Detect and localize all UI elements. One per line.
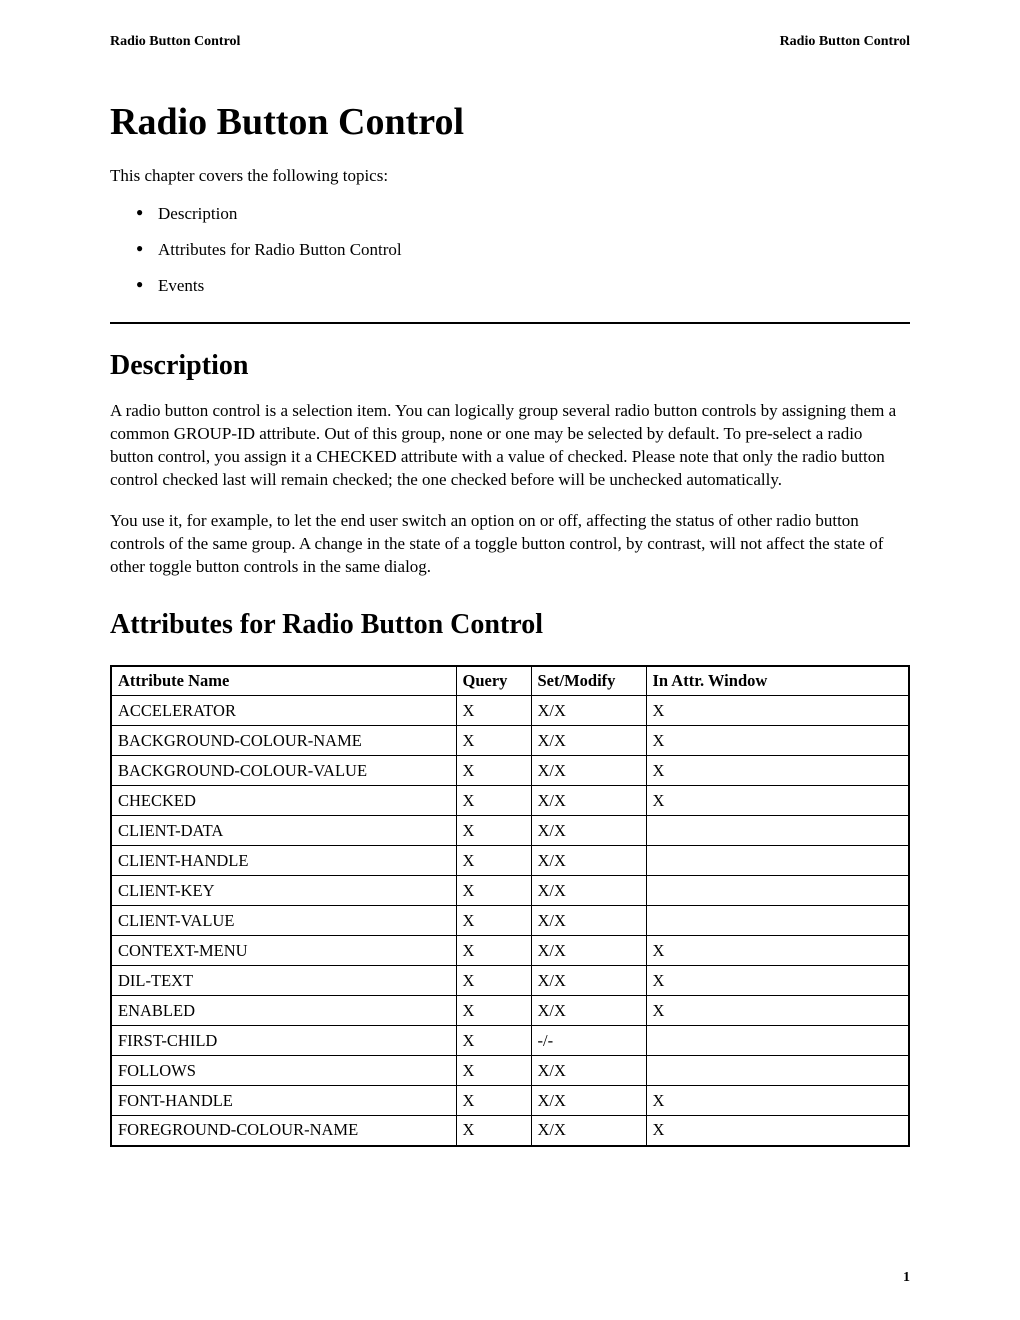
cell-setmodify: X/X — [531, 876, 646, 906]
col-attr-name: Attribute Name — [111, 666, 456, 696]
table-row: CLIENT-DATAXX/X — [111, 816, 909, 846]
table-row: BACKGROUND-COLOUR-NAMEXX/XX — [111, 726, 909, 756]
cell-query: X — [456, 816, 531, 846]
attributes-heading: Attributes for Radio Button Control — [110, 609, 910, 641]
cell-query: X — [456, 756, 531, 786]
cell-query: X — [456, 936, 531, 966]
cell-name: ENABLED — [111, 996, 456, 1026]
cell-query: X — [456, 726, 531, 756]
attributes-table: Attribute Name Query Set/Modify In Attr.… — [110, 665, 910, 1147]
cell-query: X — [456, 1086, 531, 1116]
table-row: ACCELERATORXX/XX — [111, 696, 909, 726]
cell-setmodify: X/X — [531, 996, 646, 1026]
description-para-2: You use it, for example, to let the end … — [110, 510, 910, 579]
page-title: Radio Button Control — [110, 100, 910, 144]
table-header-row: Attribute Name Query Set/Modify In Attr.… — [111, 666, 909, 696]
cell-query: X — [456, 996, 531, 1026]
topic-item[interactable]: Attributes for Radio Button Control — [136, 240, 910, 260]
table-row: CONTEXT-MENUXX/XX — [111, 936, 909, 966]
cell-setmodify: X/X — [531, 726, 646, 756]
cell-inattr — [646, 1056, 909, 1086]
cell-name: CONTEXT-MENU — [111, 936, 456, 966]
cell-setmodify: X/X — [531, 1056, 646, 1086]
table-row: CLIENT-KEYXX/X — [111, 876, 909, 906]
cell-inattr: X — [646, 996, 909, 1026]
cell-query: X — [456, 1116, 531, 1146]
cell-setmodify: X/X — [531, 966, 646, 996]
topic-item[interactable]: Events — [136, 276, 910, 296]
cell-setmodify: X/X — [531, 936, 646, 966]
cell-name: CLIENT-DATA — [111, 816, 456, 846]
cell-inattr — [646, 816, 909, 846]
cell-setmodify: -/- — [531, 1026, 646, 1056]
cell-inattr — [646, 906, 909, 936]
cell-query: X — [456, 696, 531, 726]
header-left: Radio Button Control — [110, 34, 240, 50]
cell-inattr — [646, 846, 909, 876]
cell-inattr: X — [646, 1086, 909, 1116]
cell-inattr: X — [646, 696, 909, 726]
cell-inattr — [646, 1026, 909, 1056]
description-para-1: A radio button control is a selection it… — [110, 400, 910, 492]
cell-query: X — [456, 1056, 531, 1086]
table-row: BACKGROUND-COLOUR-VALUEXX/XX — [111, 756, 909, 786]
cell-name: CLIENT-VALUE — [111, 906, 456, 936]
table-row: CLIENT-VALUEXX/X — [111, 906, 909, 936]
cell-name: BACKGROUND-COLOUR-VALUE — [111, 756, 456, 786]
cell-query: X — [456, 876, 531, 906]
table-row: ENABLEDXX/XX — [111, 996, 909, 1026]
cell-inattr: X — [646, 786, 909, 816]
cell-setmodify: X/X — [531, 1116, 646, 1146]
cell-setmodify: X/X — [531, 906, 646, 936]
cell-name: BACKGROUND-COLOUR-NAME — [111, 726, 456, 756]
cell-query: X — [456, 846, 531, 876]
cell-name: CHECKED — [111, 786, 456, 816]
page-number: 1 — [903, 1270, 910, 1286]
cell-setmodify: X/X — [531, 696, 646, 726]
cell-inattr: X — [646, 1116, 909, 1146]
table-row: DIL-TEXTXX/XX — [111, 966, 909, 996]
cell-query: X — [456, 906, 531, 936]
cell-setmodify: X/X — [531, 786, 646, 816]
table-row: CHECKEDXX/XX — [111, 786, 909, 816]
col-setmodify: Set/Modify — [531, 666, 646, 696]
cell-name: ACCELERATOR — [111, 696, 456, 726]
cell-inattr: X — [646, 726, 909, 756]
cell-name: CLIENT-HANDLE — [111, 846, 456, 876]
description-heading: Description — [110, 350, 910, 382]
cell-query: X — [456, 1026, 531, 1056]
table-row: FOLLOWSXX/X — [111, 1056, 909, 1086]
table-row: FOREGROUND-COLOUR-NAMEXX/XX — [111, 1116, 909, 1146]
cell-name: DIL-TEXT — [111, 966, 456, 996]
table-row: FIRST-CHILDX-/- — [111, 1026, 909, 1056]
cell-setmodify: X/X — [531, 816, 646, 846]
cell-name: FOREGROUND-COLOUR-NAME — [111, 1116, 456, 1146]
cell-setmodify: X/X — [531, 846, 646, 876]
cell-name: FOLLOWS — [111, 1056, 456, 1086]
intro-text: This chapter covers the following topics… — [110, 166, 910, 186]
cell-setmodify: X/X — [531, 1086, 646, 1116]
topics-list: Description Attributes for Radio Button … — [110, 204, 910, 296]
cell-inattr: X — [646, 936, 909, 966]
divider — [110, 322, 910, 324]
cell-inattr — [646, 876, 909, 906]
cell-name: FIRST-CHILD — [111, 1026, 456, 1056]
topic-item[interactable]: Description — [136, 204, 910, 224]
cell-name: FONT-HANDLE — [111, 1086, 456, 1116]
table-row: CLIENT-HANDLEXX/X — [111, 846, 909, 876]
cell-inattr: X — [646, 756, 909, 786]
header-right: Radio Button Control — [780, 34, 910, 50]
cell-inattr: X — [646, 966, 909, 996]
cell-name: CLIENT-KEY — [111, 876, 456, 906]
cell-setmodify: X/X — [531, 756, 646, 786]
cell-query: X — [456, 966, 531, 996]
col-query: Query — [456, 666, 531, 696]
attributes-table-body: ACCELERATORXX/XXBACKGROUND-COLOUR-NAMEXX… — [111, 696, 909, 1146]
table-row: FONT-HANDLEXX/XX — [111, 1086, 909, 1116]
cell-query: X — [456, 786, 531, 816]
col-inattr: In Attr. Window — [646, 666, 909, 696]
